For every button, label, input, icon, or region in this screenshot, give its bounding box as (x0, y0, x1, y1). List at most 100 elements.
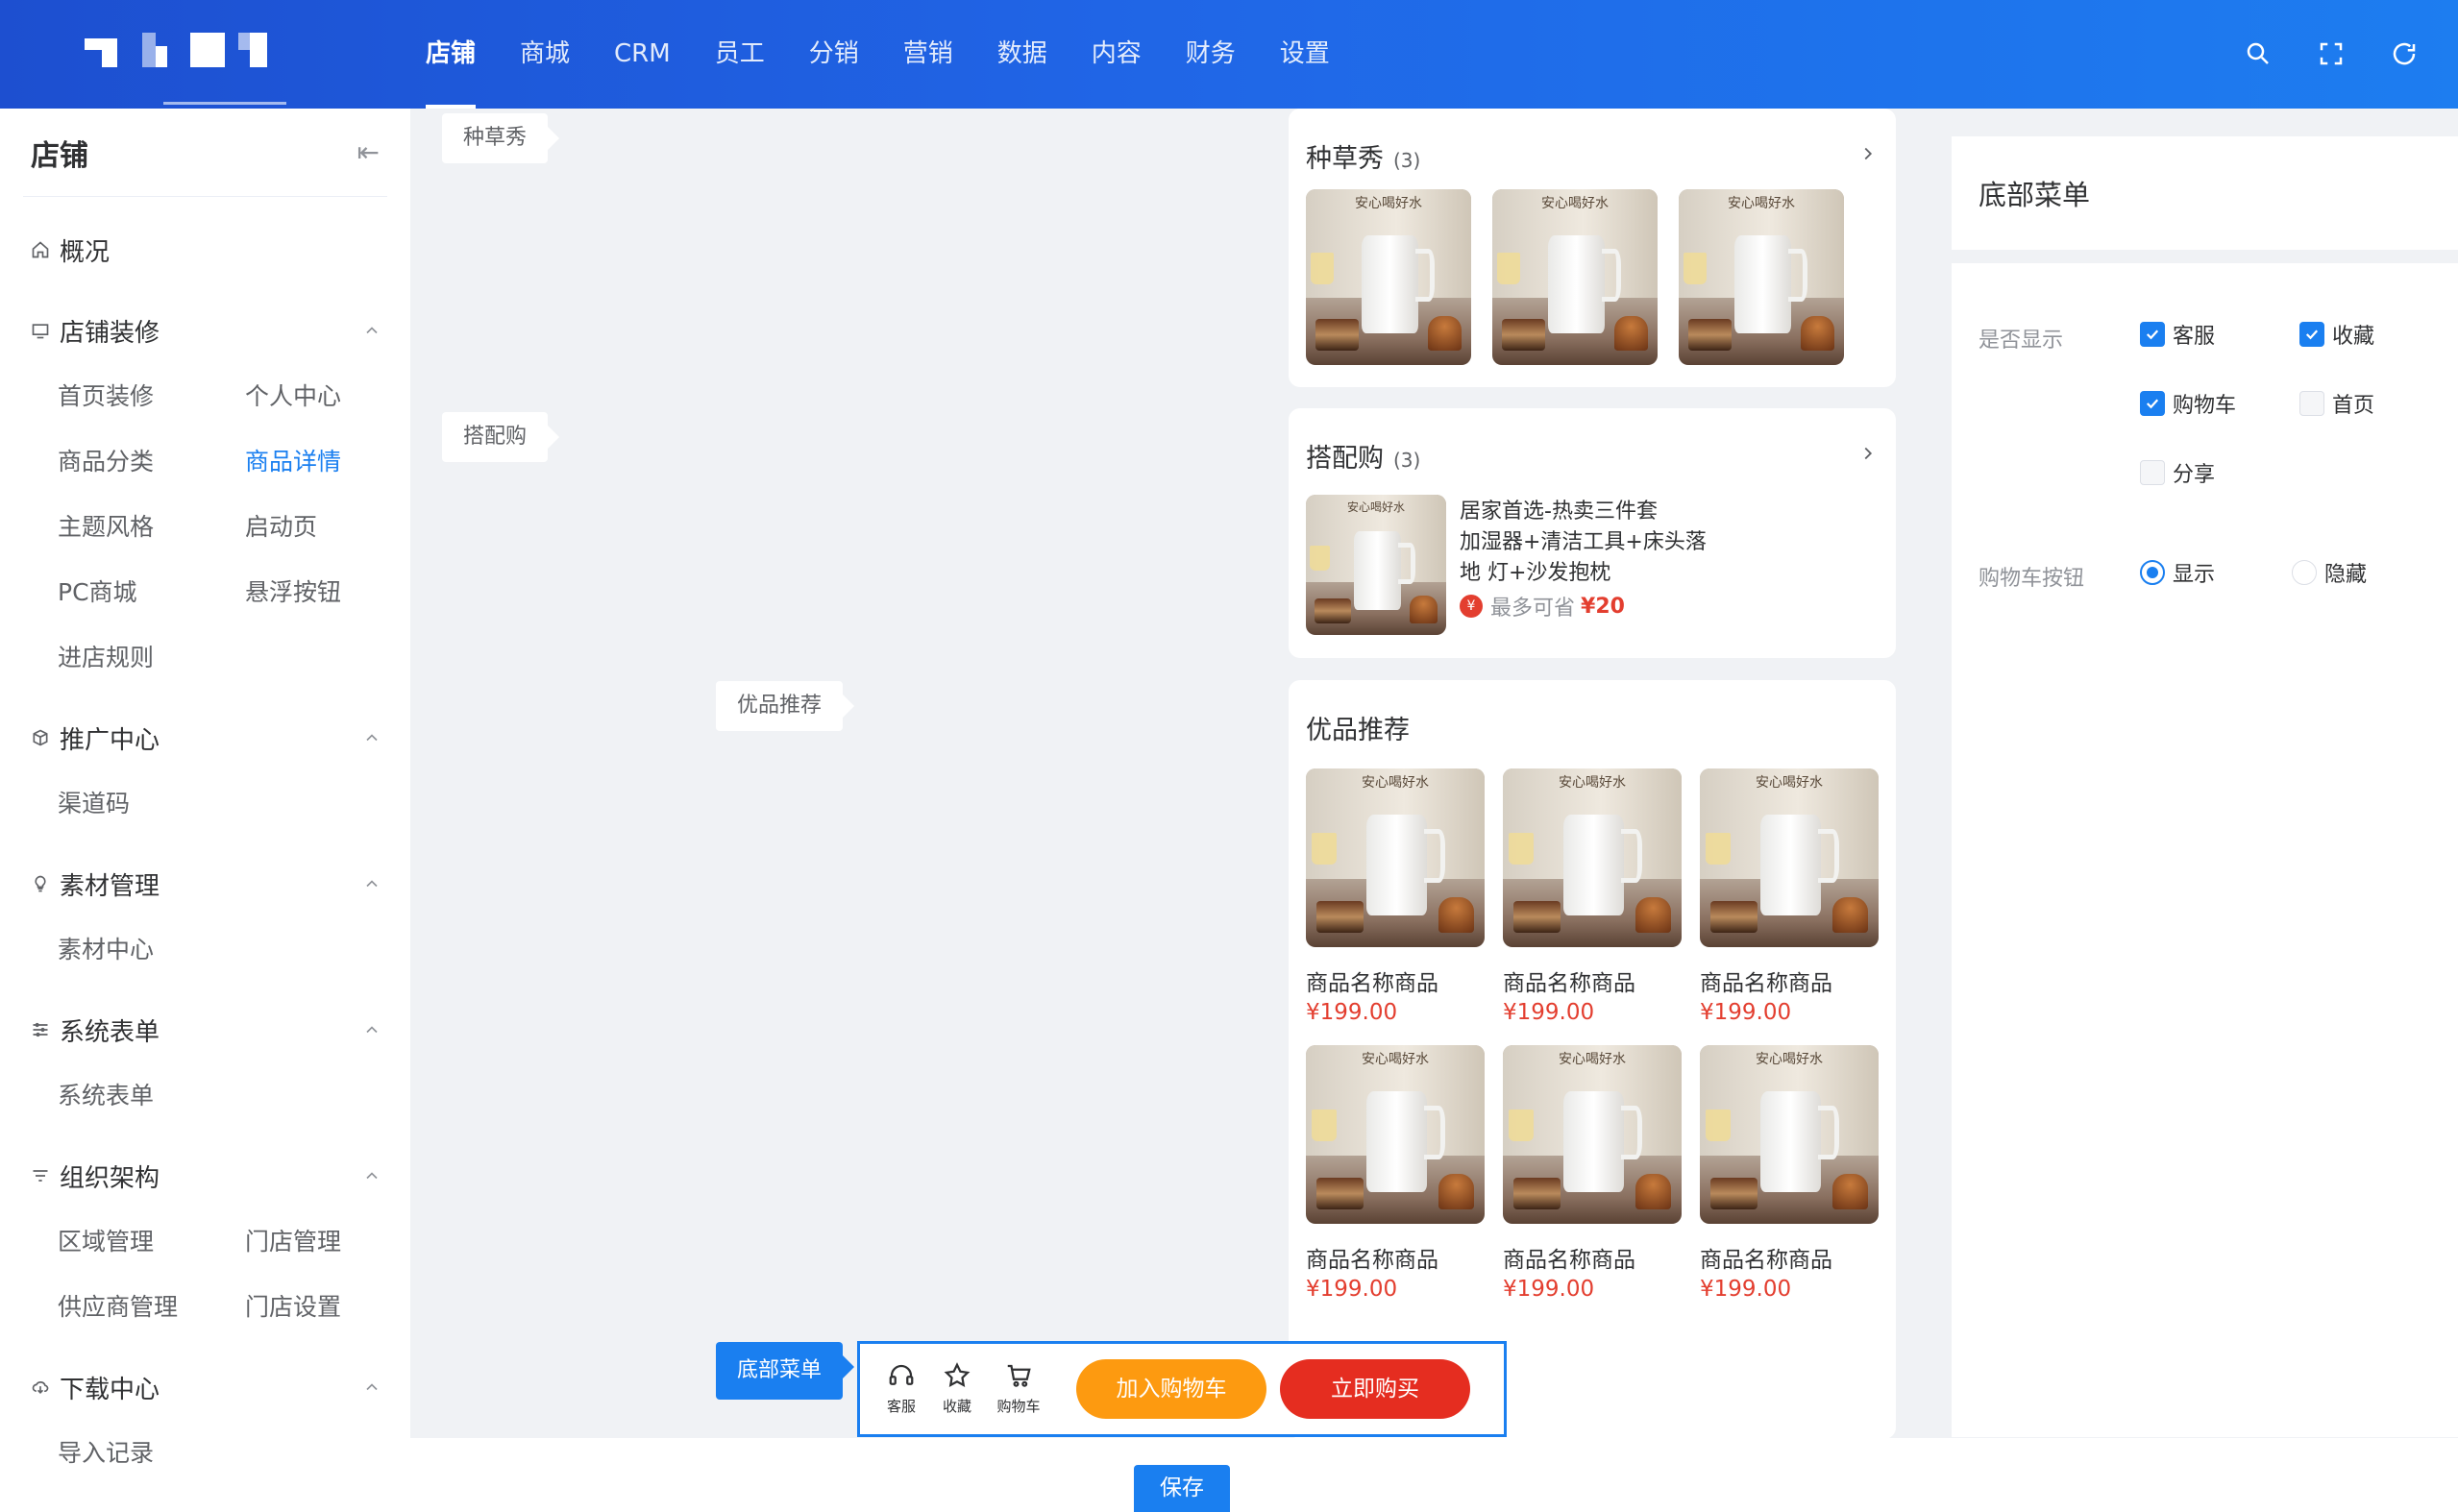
card-count: (3) (1393, 449, 1421, 472)
brand-logo (85, 33, 277, 71)
nav-item-finance[interactable]: 财务 (1164, 0, 1258, 109)
search-icon[interactable] (2239, 35, 2277, 73)
sidebar-item-theme-style[interactable]: 主题风格 (58, 495, 245, 560)
sidebar-item-pc-mall[interactable]: PC商城 (58, 560, 245, 625)
sidebar-subitems: 系统表单 (29, 1063, 381, 1129)
sidebar-item-entry-rules[interactable]: 进店规则 (58, 625, 245, 691)
bottom-menu-bar[interactable]: 客服 收藏 购物车 加入购物车 立即购买 (857, 1341, 1507, 1437)
savings-value: ¥20 (1581, 594, 1625, 619)
nav-item-marketing[interactable]: 营销 (881, 0, 975, 109)
checkbox-cart[interactable]: 购物车 (2140, 388, 2236, 419)
sidebar-item-channel-code[interactable]: 渠道码 (58, 771, 245, 837)
sidebar-item-supplier-management[interactable]: 供应商管理 (58, 1275, 245, 1340)
radio-show[interactable]: 显示 (2140, 557, 2215, 588)
collapse-left-icon[interactable]: ⇤ (357, 136, 380, 168)
footer-bar: 保存 (410, 1438, 2458, 1512)
component-tag-seed[interactable]: 种草秀 (442, 113, 560, 163)
add-to-cart-button[interactable]: 加入购物车 (1076, 1359, 1266, 1419)
chevron-up-icon (366, 880, 378, 888)
sidebar-item-store-settings[interactable]: 门店设置 (245, 1275, 432, 1340)
product-price: ¥199.00 (1700, 1277, 1792, 1302)
checkbox-favorite[interactable]: 收藏 (2299, 319, 2374, 350)
product-image[interactable]: 安心喝好水 (1700, 768, 1879, 947)
nav-item-content[interactable]: 内容 (1069, 0, 1164, 109)
nav-item-store[interactable]: 店铺 (404, 0, 498, 109)
sidebar-item-splash-page[interactable]: 启动页 (245, 495, 432, 560)
seed-show-card[interactable]: 种草秀 (3) 安心喝好水 安心喝好水 安心喝好水 (1289, 109, 1896, 387)
checkbox-label: 收藏 (2332, 325, 2375, 349)
nav-item-data[interactable]: 数据 (975, 0, 1069, 109)
radio-hide[interactable]: 隐藏 (2292, 557, 2367, 588)
product-image[interactable]: 安心喝好水 (1503, 768, 1682, 947)
component-tag-bottom-menu[interactable]: 底部菜单 (716, 1342, 855, 1400)
sidebar-item-product-detail[interactable]: 商品详情 (245, 429, 432, 495)
chevron-right-icon[interactable] (1857, 143, 1879, 164)
component-tag-recommend[interactable]: 优品推荐 (716, 681, 855, 731)
product-name[interactable]: 商品名称商品 (1503, 1241, 1635, 1274)
checkbox-share[interactable]: 分享 (2140, 457, 2215, 488)
recommend-card[interactable]: 优品推荐 安心喝好水 安心喝好水 安心喝好水 商品名称商品 商品名称商品 商品名… (1289, 680, 1896, 1439)
component-tag-combo[interactable]: 搭配购 (442, 412, 560, 462)
product-image[interactable]: 安心喝好水 (1306, 1045, 1485, 1224)
combo-buy-card[interactable]: 搭配购 (3) 安心喝好水 居家首选-热卖三件套 加湿器+清洁工具+床头落 地 灯… (1289, 408, 1896, 658)
nav-item-crm[interactable]: CRM (592, 0, 693, 109)
image-caption: 安心喝好水 (1559, 1052, 1626, 1067)
product-name[interactable]: 商品名称商品 (1700, 1241, 1832, 1274)
sidebar-item-store-management[interactable]: 门店管理 (245, 1209, 432, 1275)
sidebar-item-overview[interactable]: 概况 (29, 216, 381, 283)
chevron-up-icon (366, 1172, 378, 1180)
product-name[interactable]: 商品名称商品 (1306, 964, 1438, 997)
sidebar-item-product-category[interactable]: 商品分类 (58, 429, 245, 495)
sidebar-item-home-decoration[interactable]: 首页装修 (58, 364, 245, 429)
settings-panel: 底部菜单 是否显示 客服 收藏 购物车 首页 分享 购物车按钮 显示 隐藏 (1952, 136, 2458, 1437)
nav-item-distribution[interactable]: 分销 (787, 0, 881, 109)
nav-item-mall[interactable]: 商城 (498, 0, 592, 109)
product-name[interactable]: 商品名称商品 (1503, 964, 1635, 997)
product-price: ¥199.00 (1306, 1277, 1398, 1302)
checkbox-service[interactable]: 客服 (2140, 319, 2215, 350)
product-price: ¥199.00 (1503, 1000, 1595, 1025)
sidebar-item-material-center[interactable]: 素材中心 (58, 917, 245, 983)
sidebar-item-system-forms[interactable]: 系统表单 (58, 1063, 245, 1129)
sidebar-group-label: 组织架构 (60, 1163, 160, 1193)
product-name[interactable]: 商品名称商品 (1306, 1241, 1438, 1274)
chevron-up-icon (366, 1026, 378, 1034)
product-image[interactable]: 安心喝好水 (1503, 1045, 1682, 1224)
sidebar-group-label: 系统表单 (60, 1017, 160, 1047)
save-button[interactable]: 保存 (1134, 1465, 1230, 1512)
sidebar-group-materials[interactable]: 素材管理 (29, 850, 381, 917)
sidebar-group-organization[interactable]: 组织架构 (29, 1142, 381, 1209)
product-image[interactable]: 安心喝好水 (1306, 768, 1485, 947)
sidebar-item-personal-center[interactable]: 个人中心 (245, 364, 432, 429)
settings-panel-title: 底部菜单 (1952, 136, 2458, 250)
checkbox-checked-icon (2140, 322, 2165, 347)
favorite-button[interactable]: 收藏 (931, 1361, 983, 1416)
nav-item-settings[interactable]: 设置 (1258, 0, 1352, 109)
filter-icon (29, 1164, 52, 1187)
top-toolbar (2239, 35, 2458, 73)
sidebar-group-downloads[interactable]: 下载中心 (29, 1353, 381, 1421)
product-name[interactable]: 商品名称商品 (1700, 964, 1832, 997)
product-image[interactable]: 安心喝好水 (1700, 1045, 1879, 1224)
sidebar-group-promotion[interactable]: 推广中心 (29, 704, 381, 771)
sidebar-group-system-forms[interactable]: 系统表单 (29, 996, 381, 1063)
product-image[interactable]: 安心喝好水 (1679, 189, 1844, 365)
product-image[interactable]: 安心喝好水 (1306, 495, 1446, 635)
image-caption: 安心喝好水 (1756, 775, 1823, 791)
nav-item-staff[interactable]: 员工 (693, 0, 787, 109)
sidebar-group-decoration[interactable]: 店铺装修 (29, 297, 381, 364)
product-image[interactable]: 安心喝好水 (1306, 189, 1471, 365)
sidebar-item-region-management[interactable]: 区域管理 (58, 1209, 245, 1275)
cart-button[interactable]: 购物车 (993, 1361, 1045, 1416)
customer-service-button[interactable]: 客服 (875, 1361, 927, 1416)
buy-now-button[interactable]: 立即购买 (1280, 1359, 1470, 1419)
sidebar-subitems: 渠道码 (29, 771, 381, 837)
fullscreen-icon[interactable] (2312, 35, 2350, 73)
checkbox-home[interactable]: 首页 (2299, 388, 2374, 419)
sidebar-item-float-button[interactable]: 悬浮按钮 (245, 560, 432, 625)
refresh-icon[interactable] (2385, 35, 2423, 73)
chevron-right-icon[interactable] (1857, 443, 1879, 464)
savings-label: 最多可省 (1490, 597, 1576, 621)
product-image[interactable]: 安心喝好水 (1492, 189, 1658, 365)
sidebar-item-import-records[interactable]: 导入记录 (58, 1421, 245, 1486)
